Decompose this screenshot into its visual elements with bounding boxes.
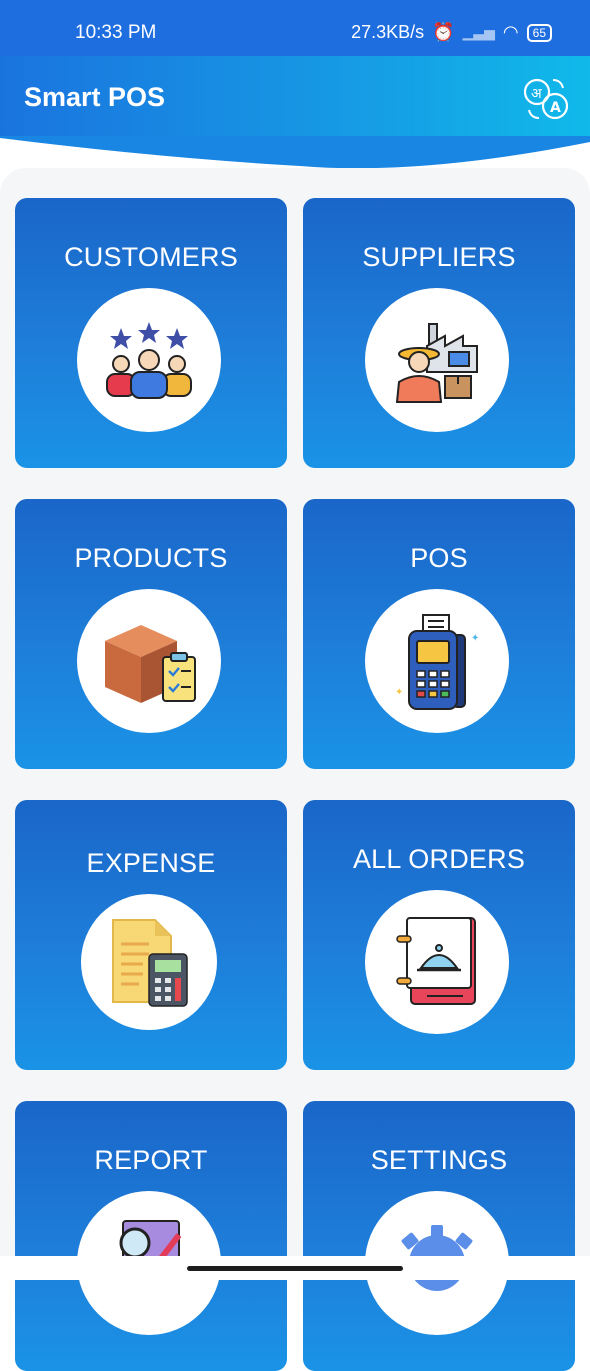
signal-icon: ▁▃▅ <box>462 24 495 40</box>
card-label: REPORT <box>94 1145 208 1175</box>
icon-circle <box>365 288 509 432</box>
menu-panel: CUSTOMERS SUPPLIERS PRODUCTS POS ✦ ✦ EXP… <box>0 168 590 1371</box>
battery-level: 65 <box>532 25 546 40</box>
customers-card[interactable]: CUSTOMERS <box>15 198 287 468</box>
icon-circle <box>77 288 221 432</box>
suppliers-card[interactable]: SUPPLIERS <box>303 198 575 468</box>
card-label: POS <box>410 543 468 573</box>
card-label: PRODUCTS <box>74 543 228 573</box>
app-title: Smart POS <box>24 82 166 112</box>
battery-icon: 65 <box>526 23 552 42</box>
status-right: 27.3KB/s ⏰ ▁▃▅ ◠ 65 <box>351 22 552 43</box>
pos-card[interactable]: POS ✦ ✦ <box>303 499 575 769</box>
svg-text:अ: अ <box>531 86 542 102</box>
wifi-icon: ◠ <box>502 22 519 42</box>
icon-circle: ✦ ✦ <box>365 589 509 733</box>
svg-text:A: A <box>550 100 561 116</box>
status-time: 10:33 PM <box>75 22 157 43</box>
card-label: ALL ORDERS <box>352 844 526 874</box>
expense-calculator-icon <box>112 919 188 1007</box>
alarm-icon: ⏰ <box>432 22 455 42</box>
net-speed: 27.3KB/s <box>351 22 425 42</box>
customers-icon <box>106 322 192 399</box>
products-box-icon <box>105 625 196 703</box>
icon-circle <box>81 894 217 1030</box>
app-bar: Smart POS अ A <box>0 56 590 138</box>
icon-circle <box>77 589 221 733</box>
card-label: SUPPLIERS <box>362 242 516 272</box>
settings-card[interactable]: SETTINGS <box>303 1101 575 1371</box>
products-card[interactable]: PRODUCTS <box>15 499 287 769</box>
orders-book-icon <box>396 917 476 1005</box>
card-label: CUSTOMERS <box>64 242 238 272</box>
svg-text:✦: ✦ <box>471 633 479 644</box>
all-orders-card[interactable]: ALL ORDERS <box>303 800 575 1070</box>
report-card[interactable]: REPORT <box>15 1101 287 1371</box>
home-indicator[interactable] <box>187 1266 403 1271</box>
supplier-icon <box>395 323 478 403</box>
expense-card[interactable]: EXPENSE <box>15 800 287 1070</box>
svg-text:✦: ✦ <box>395 687 403 698</box>
pos-terminal-icon: ✦ ✦ <box>395 614 479 710</box>
card-label: SETTINGS <box>370 1145 508 1175</box>
translate-icon: अ A <box>523 78 569 120</box>
icon-circle <box>365 890 509 1034</box>
translate-button[interactable]: अ A <box>520 74 572 124</box>
card-label: EXPENSE <box>86 848 216 878</box>
status-bar: 10:33 PM 27.3KB/s ⏰ ▁▃▅ ◠ 65 <box>0 0 590 56</box>
